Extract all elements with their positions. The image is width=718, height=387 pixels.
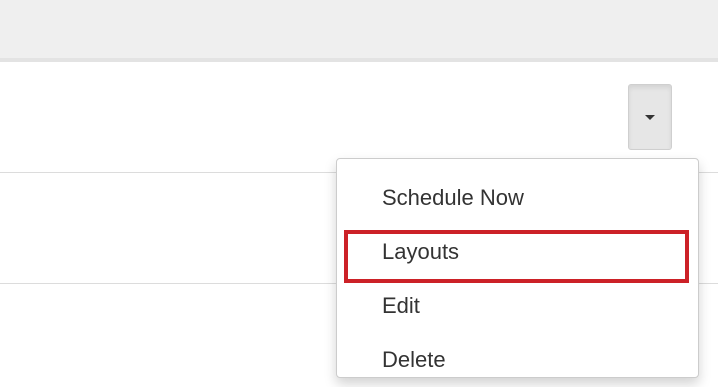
- menu-item-layouts[interactable]: Layouts: [337, 225, 698, 279]
- row-actions-dropdown-menu: Schedule Now Layouts Edit Delete: [336, 158, 699, 378]
- table-header-band: [0, 0, 718, 58]
- row-actions-dropdown-toggle[interactable]: [628, 84, 672, 150]
- caret-down-icon: [645, 115, 655, 120]
- menu-item-delete[interactable]: Delete: [337, 333, 698, 387]
- table-row: [0, 62, 718, 172]
- menu-item-schedule-now[interactable]: Schedule Now: [337, 171, 698, 225]
- menu-item-edit[interactable]: Edit: [337, 279, 698, 333]
